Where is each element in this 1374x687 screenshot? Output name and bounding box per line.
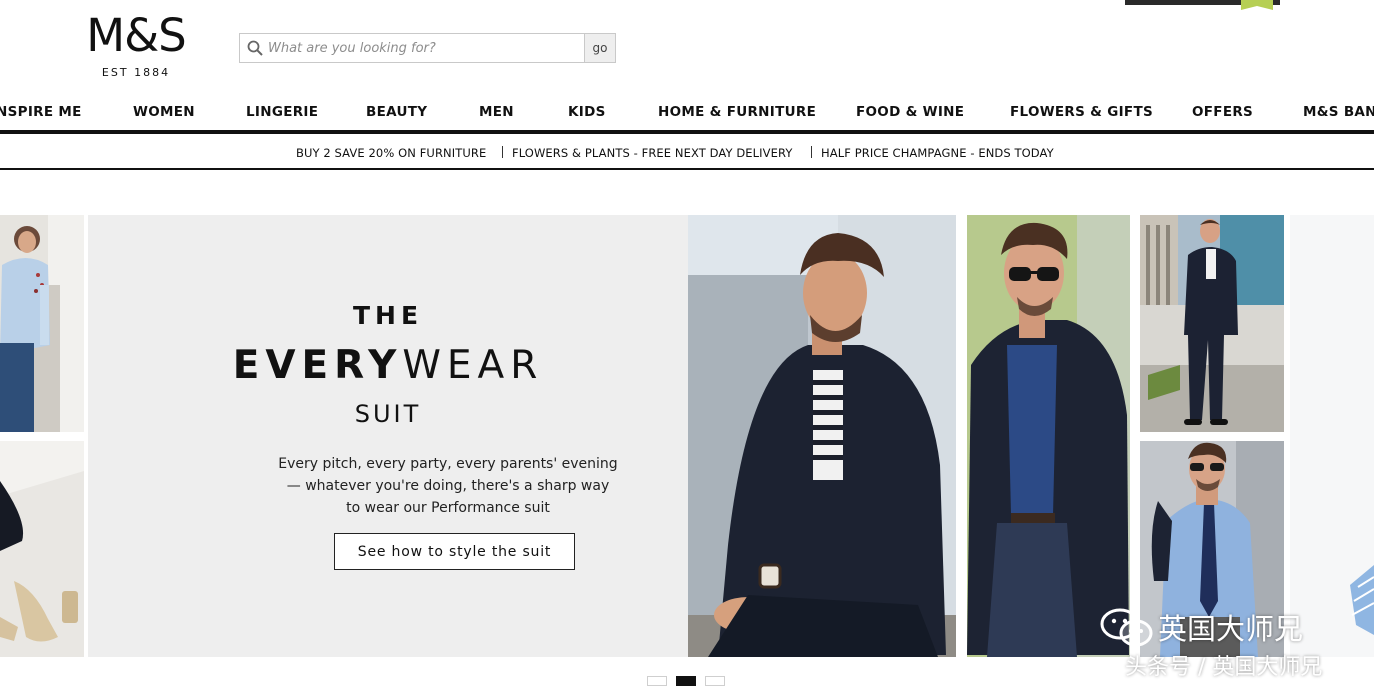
hero-heading-the: THE xyxy=(352,301,424,330)
ribbon-icon xyxy=(1241,0,1273,10)
main-nav: NSPIRE ME WOMEN LINGERIE BEAUTY MEN KIDS… xyxy=(0,94,1374,131)
nav-item-offers[interactable]: OFFERS xyxy=(1192,104,1253,120)
carousel-dots xyxy=(647,676,725,686)
hero-heading-suit: SUIT xyxy=(354,400,422,428)
hero-heading-every: EVERY xyxy=(232,343,403,388)
watermark: 英国大师兄 头条号 / 英国大师兄 xyxy=(1100,606,1370,681)
hero-description: Every pitch, every party, every parents'… xyxy=(278,456,618,516)
promo-separator xyxy=(502,146,503,158)
nav-item-lingerie[interactable]: LINGERIE xyxy=(246,104,318,120)
hero-image-man-sunglasses[interactable] xyxy=(967,215,1130,657)
nav-item-inspire-me[interactable]: NSPIRE ME xyxy=(0,104,82,120)
nav-item-beauty[interactable]: BEAUTY xyxy=(366,104,427,120)
nav-item-ms-bank[interactable]: M&S BANK xyxy=(1303,104,1374,120)
account-bar[interactable] xyxy=(1125,0,1280,10)
nav-item-kids[interactable]: KIDS xyxy=(568,104,606,120)
search-go-button[interactable]: go xyxy=(584,34,615,62)
nav-item-home-furniture[interactable]: HOME & FURNITURE xyxy=(658,104,816,120)
hero-image-seated-man[interactable] xyxy=(688,215,956,657)
hero-text-panel: THE EVERYWEAR SUIT Every pitch, every pa… xyxy=(88,215,688,657)
promo-link-champagne[interactable]: HALF PRICE CHAMPAGNE - ENDS TODAY xyxy=(821,146,1054,160)
search-bar: go xyxy=(239,33,616,63)
hero-image-sandals[interactable] xyxy=(0,441,84,657)
carousel-dot-1[interactable] xyxy=(647,676,667,686)
ms-logo[interactable]: M&S EST 1884 xyxy=(78,9,194,80)
watermark-name: 英国大师兄 xyxy=(1158,612,1304,646)
promo-link-furniture[interactable]: BUY 2 SAVE 20% ON FURNITURE xyxy=(296,146,486,160)
hero-heading-wear: WEAR xyxy=(402,343,544,388)
logo-est: EST 1884 xyxy=(101,66,171,79)
hero-carousel: THE EVERYWEAR SUIT Every pitch, every pa… xyxy=(0,215,1374,657)
hero-image-man-city[interactable] xyxy=(1140,215,1284,432)
promo-separator xyxy=(811,146,812,158)
search-icon xyxy=(240,34,268,62)
nav-item-flowers-gifts[interactable]: FLOWERS & GIFTS xyxy=(1010,104,1153,120)
watermark-sub: 头条号 / 英国大师兄 xyxy=(1125,655,1323,680)
promo-strip: BUY 2 SAVE 20% ON FURNITURE FLOWERS & PL… xyxy=(0,134,1374,170)
logo-mark: M&S xyxy=(86,9,186,62)
wechat-icon xyxy=(1100,608,1156,653)
hero-image-woman-shirt[interactable] xyxy=(0,215,84,432)
carousel-dot-2[interactable] xyxy=(676,676,696,686)
style-the-suit-button[interactable]: See how to style the suit xyxy=(334,533,575,570)
hero-heading-everywear: EVERYWEAR xyxy=(88,343,688,388)
hero-image-next-peek[interactable] xyxy=(1290,215,1374,657)
nav-item-men[interactable]: MEN xyxy=(479,104,514,120)
nav-item-women[interactable]: WOMEN xyxy=(133,104,195,120)
promo-link-flowers[interactable]: FLOWERS & PLANTS - FREE NEXT DAY DELIVER… xyxy=(512,146,793,160)
search-input[interactable] xyxy=(268,35,584,61)
carousel-dot-3[interactable] xyxy=(705,676,725,686)
nav-item-food-wine[interactable]: FOOD & WINE xyxy=(856,104,964,120)
